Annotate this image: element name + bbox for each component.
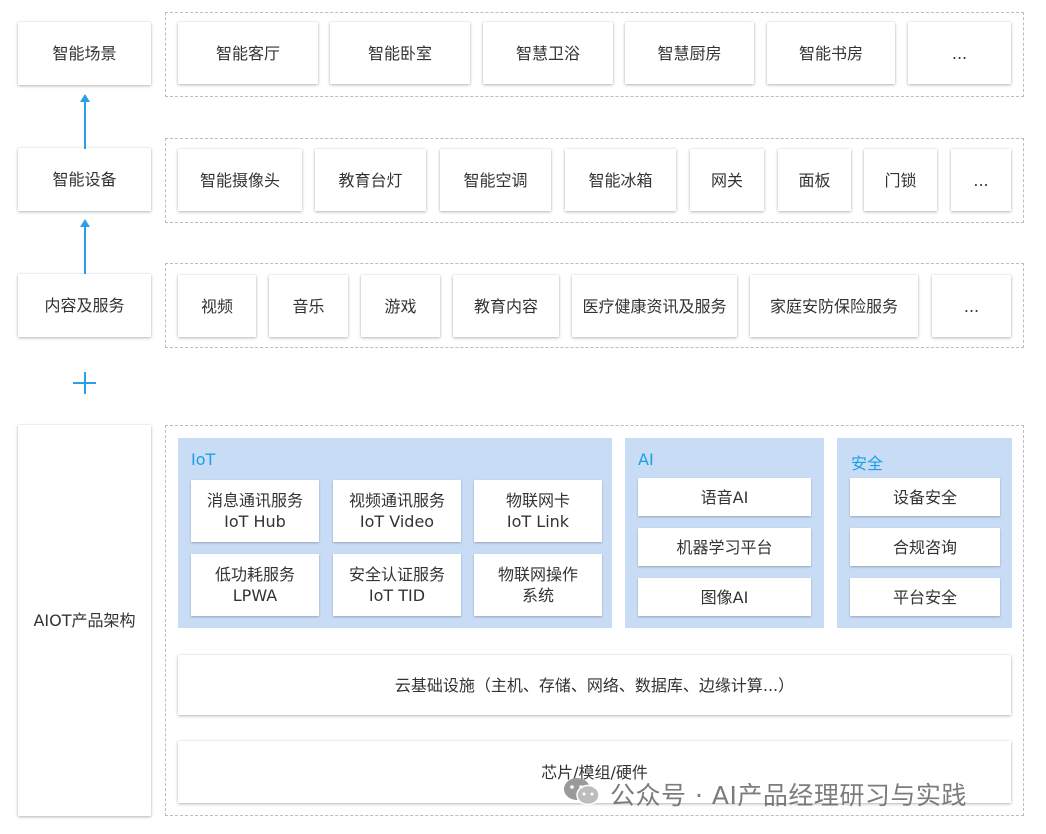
row-label-device: 智能设备 [18, 148, 151, 211]
content-item-label: 音乐 [292, 296, 325, 316]
device-item: 智能摄像头 [178, 149, 302, 211]
security-item-label: 设备安全 [892, 487, 957, 507]
iot-service-name: 物联网操作 [497, 565, 578, 584]
watermark: 公众号 · AI产品经理研习与实践 [562, 776, 967, 812]
device-item: ... [951, 149, 1011, 211]
content-item-label: 家庭安防保险服务 [769, 296, 898, 316]
iot-service-box: 消息通讯服务 IoT Hub [191, 480, 319, 542]
plus-icon-vertical [83, 372, 86, 394]
device-item-label: 智能摄像头 [199, 170, 280, 190]
content-item: 教育内容 [453, 275, 559, 337]
row-label-scene: 智能场景 [18, 22, 151, 85]
content-item: 视频 [178, 275, 256, 337]
content-item: ... [932, 275, 1011, 337]
device-item-label: 面板 [798, 170, 831, 190]
scene-item-label: 智能书房 [798, 43, 863, 63]
iot-service-box: 物联网卡 IoT Link [474, 480, 602, 542]
security-item-box: 平台安全 [850, 578, 1000, 616]
iot-service-name: 安全认证服务 [348, 565, 445, 584]
security-item-label: 平台安全 [892, 587, 957, 607]
device-item-label: 网关 [710, 170, 743, 190]
arrow-device-to-scene [83, 101, 86, 149]
watermark-text: 公众号 · AI产品经理研习与实践 [610, 781, 967, 810]
ai-item-label: 机器学习平台 [676, 537, 773, 557]
content-item-label: ... [963, 296, 980, 316]
security-item-label: 合规咨询 [892, 537, 957, 557]
security-item-box: 合规咨询 [850, 528, 1000, 566]
device-item: 智能空调 [440, 149, 551, 211]
scene-item-label: 智能客厅 [215, 43, 280, 63]
iot-service-name: 低功耗服务 [214, 565, 295, 584]
wechat-icon [562, 776, 602, 812]
scene-item: 智能客厅 [178, 22, 318, 84]
row-label-aiot: AIOT产品架构 [18, 425, 151, 816]
content-item: 音乐 [269, 275, 348, 337]
device-item-label: 教育台灯 [338, 170, 403, 190]
scene-item-label: 智慧卫浴 [515, 43, 580, 63]
scene-item: 智能书房 [767, 22, 895, 84]
iot-service-box: 物联网操作 系统 [474, 554, 602, 616]
device-item: 教育台灯 [315, 149, 426, 211]
ai-item-box: 机器学习平台 [638, 528, 811, 566]
ai-item-box: 图像AI [638, 578, 811, 616]
ai-panel-title: AI [638, 450, 654, 469]
scene-item: ... [908, 22, 1011, 84]
iot-service-box: 视频通讯服务 IoT Video [333, 480, 461, 542]
iot-panel-title: IoT [191, 450, 216, 469]
row-label-content: 内容及服务 [18, 274, 151, 337]
row-label-scene-text: 智能场景 [52, 44, 117, 63]
content-item: 家庭安防保险服务 [750, 275, 918, 337]
content-item: 医疗健康资讯及服务 [572, 275, 737, 337]
scene-item: 智慧厨房 [625, 22, 754, 84]
iot-service-code: IoT TID [368, 586, 426, 605]
security-item-box: 设备安全 [850, 478, 1000, 516]
row-label-device-text: 智能设备 [52, 170, 117, 189]
device-item: 门锁 [864, 149, 937, 211]
device-item: 网关 [690, 149, 764, 211]
content-item-label: 视频 [200, 296, 233, 316]
arrow-head-up-icon [79, 219, 90, 227]
iot-service-code: IoT Link [506, 512, 570, 531]
cloud-infrastructure-label: 云基础设施（主机、存储、网络、数据库、边缘计算...） [394, 675, 795, 695]
content-item-label: 游戏 [384, 296, 417, 316]
scene-item-label: ... [951, 43, 968, 63]
scene-item: 智慧卫浴 [483, 22, 613, 84]
device-item-label: ... [973, 170, 989, 190]
iot-service-code: 系统 [521, 586, 554, 605]
arrow-head-up-icon [79, 94, 90, 102]
iot-service-box: 低功耗服务 LPWA [191, 554, 319, 616]
device-item-label: 智能空调 [463, 170, 528, 190]
cloud-infrastructure-box: 云基础设施（主机、存储、网络、数据库、边缘计算...） [178, 655, 1011, 715]
content-item-label: 医疗健康资讯及服务 [582, 296, 727, 316]
iot-service-name: 视频通讯服务 [348, 491, 445, 510]
device-item: 面板 [778, 149, 851, 211]
scene-item-label: 智能卧室 [367, 43, 432, 63]
scene-item: 智能卧室 [330, 22, 470, 84]
ai-item-box: 语音AI [638, 478, 811, 516]
content-item-label: 教育内容 [473, 296, 538, 316]
security-panel-title: 安全 [851, 454, 884, 473]
scene-item-label: 智慧厨房 [657, 43, 722, 63]
iot-service-name: 物联网卡 [505, 491, 570, 510]
iot-service-code: IoT Hub [224, 512, 286, 531]
device-item: 智能冰箱 [565, 149, 676, 211]
device-item-label: 智能冰箱 [588, 170, 653, 190]
row-label-aiot-text: AIOT产品架构 [33, 611, 136, 630]
content-item: 游戏 [361, 275, 440, 337]
iot-service-code: IoT Video [359, 512, 435, 531]
arrow-content-to-device [83, 226, 86, 274]
iot-service-box: 安全认证服务 IoT TID [333, 554, 461, 616]
device-item-label: 门锁 [884, 170, 917, 190]
iot-service-code: LPWA [232, 586, 278, 605]
ai-item-label: 图像AI [700, 587, 749, 607]
iot-service-name: 消息通讯服务 [206, 491, 303, 510]
row-label-content-text: 内容及服务 [44, 296, 125, 315]
ai-item-label: 语音AI [700, 487, 749, 507]
